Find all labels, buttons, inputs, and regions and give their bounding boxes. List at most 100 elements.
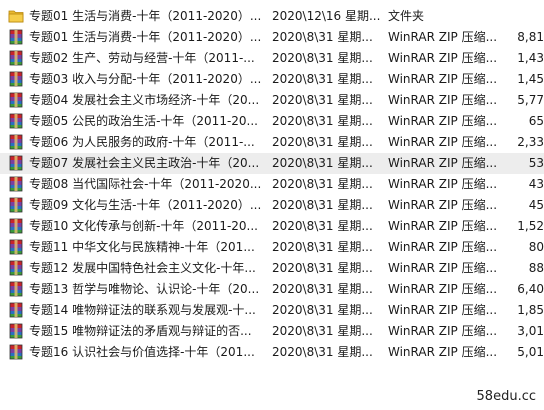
file-row[interactable]: 专题15 唯物辩证法的矛盾观与辩证的否... 2020\8\31 星期... W…	[0, 321, 544, 342]
winrar-archive-icon	[8, 29, 24, 45]
file-row[interactable]: 专题05 公民的政治生活-十年（2011-20... 2020\8\31 星期.…	[0, 111, 544, 132]
winrar-archive-icon	[8, 239, 24, 255]
file-name: 专题06 为人民服务的政府-十年（2011-...	[29, 135, 255, 149]
file-row[interactable]: 专题01 生活与消费-十年（2011-2020）... 2020\12\16 星…	[0, 6, 544, 27]
file-name: 专题11 中华文化与民族精神-十年（201...	[29, 240, 255, 254]
file-type: WinRAR ZIP 压缩...	[388, 303, 498, 317]
file-size: 5,77	[517, 93, 544, 107]
file-size: 88	[528, 261, 544, 275]
file-type: WinRAR ZIP 压缩...	[388, 240, 498, 254]
file-row[interactable]: 专题08 当代国际社会-十年（2011-2020... 2020\8\31 星期…	[0, 174, 544, 195]
winrar-archive-icon	[8, 218, 24, 234]
file-name: 专题01 生活与消费-十年（2011-2020）...	[29, 9, 262, 23]
file-name: 专题16 认识社会与价值选择-十年（201...	[29, 345, 255, 359]
file-size: 1,85	[517, 303, 544, 317]
file-name: 专题13 哲学与唯物论、认识论-十年（20...	[29, 282, 260, 296]
file-date: 2020\8\31 星期...	[272, 30, 373, 44]
file-type: WinRAR ZIP 压缩...	[388, 219, 498, 233]
file-type: WinRAR ZIP 压缩...	[388, 261, 498, 275]
winrar-archive-icon	[8, 71, 24, 87]
winrar-archive-icon	[8, 344, 24, 360]
file-row[interactable]: 专题02 生产、劳动与经营-十年（2011-... 2020\8\31 星期..…	[0, 48, 544, 69]
file-size: 1,52	[517, 219, 544, 233]
file-row[interactable]: 专题04 发展社会主义市场经济-十年（20... 2020\8\31 星期...…	[0, 90, 544, 111]
file-row[interactable]: 专题01 生活与消费-十年（2011-2020）... 2020\8\31 星期…	[0, 27, 544, 48]
file-date: 2020\8\31 星期...	[272, 177, 373, 191]
file-date: 2020\8\31 星期...	[272, 198, 373, 212]
file-type: WinRAR ZIP 压缩...	[388, 51, 498, 65]
file-size: 65	[528, 114, 544, 128]
file-date: 2020\8\31 星期...	[272, 156, 373, 170]
file-date: 2020\8\31 星期...	[272, 219, 373, 233]
file-date: 2020\8\31 星期...	[272, 72, 373, 86]
file-name: 专题07 发展社会主义民主政治-十年（20...	[29, 156, 260, 170]
file-type: WinRAR ZIP 压缩...	[388, 93, 498, 107]
file-date: 2020\8\31 星期...	[272, 240, 373, 254]
file-date: 2020\8\31 星期...	[272, 261, 373, 275]
winrar-archive-icon	[8, 197, 24, 213]
file-date: 2020\8\31 星期...	[272, 324, 373, 338]
file-size: 45	[528, 198, 544, 212]
file-row-selected[interactable]: 专题07 发展社会主义民主政治-十年（20... 2020\8\31 星期...…	[0, 153, 544, 174]
file-name: 专题09 文化与生活-十年（2011-2020）...	[29, 198, 262, 212]
file-type: WinRAR ZIP 压缩...	[388, 30, 498, 44]
file-type: WinRAR ZIP 压缩...	[388, 135, 498, 149]
file-list: 专题01 生活与消费-十年（2011-2020）... 2020\12\16 星…	[0, 6, 544, 363]
file-date: 2020\8\31 星期...	[272, 51, 373, 65]
file-type: WinRAR ZIP 压缩...	[388, 156, 498, 170]
file-date: 2020\8\31 星期...	[272, 114, 373, 128]
file-row[interactable]: 专题14 唯物辩证法的联系观与发展观-十... 2020\8\31 星期... …	[0, 300, 544, 321]
winrar-archive-icon	[8, 281, 24, 297]
file-type: WinRAR ZIP 压缩...	[388, 345, 498, 359]
winrar-archive-icon	[8, 92, 24, 108]
file-name: 专题05 公民的政治生活-十年（2011-20...	[29, 114, 258, 128]
file-type: WinRAR ZIP 压缩...	[388, 72, 498, 86]
file-size: 1,43	[517, 51, 544, 65]
file-date: 2020\8\31 星期...	[272, 303, 373, 317]
file-name: 专题02 生产、劳动与经营-十年（2011-...	[29, 51, 255, 65]
file-name: 专题01 生活与消费-十年（2011-2020）...	[29, 30, 262, 44]
file-row[interactable]: 专题03 收入与分配-十年（2011-2020）... 2020\8\31 星期…	[0, 69, 544, 90]
file-date: 2020\8\31 星期...	[272, 345, 373, 359]
file-row[interactable]: 专题10 文化传承与创新-十年（2011-20... 2020\8\31 星期.…	[0, 216, 544, 237]
winrar-archive-icon	[8, 323, 24, 339]
winrar-archive-icon	[8, 113, 24, 129]
file-name: 专题04 发展社会主义市场经济-十年（20...	[29, 93, 260, 107]
winrar-archive-icon	[8, 302, 24, 318]
file-type: WinRAR ZIP 压缩...	[388, 177, 498, 191]
winrar-archive-icon	[8, 50, 24, 66]
file-row[interactable]: 专题12 发展中国特色社会主义文化-十年... 2020\8\31 星期... …	[0, 258, 544, 279]
file-date: 2020\8\31 星期...	[272, 282, 373, 296]
file-size: 43	[528, 177, 544, 191]
file-size: 1,45	[517, 72, 544, 86]
file-name: 专题03 收入与分配-十年（2011-2020）...	[29, 72, 262, 86]
file-type: WinRAR ZIP 压缩...	[388, 114, 498, 128]
watermark: 58edu.cc	[476, 389, 536, 404]
file-row[interactable]: 专题11 中华文化与民族精神-十年（201... 2020\8\31 星期...…	[0, 237, 544, 258]
file-row[interactable]: 专题06 为人民服务的政府-十年（2011-... 2020\8\31 星期..…	[0, 132, 544, 153]
file-row[interactable]: 专题16 认识社会与价值选择-十年（201... 2020\8\31 星期...…	[0, 342, 544, 363]
file-type: 文件夹	[388, 9, 425, 23]
file-date: 2020\8\31 星期...	[272, 135, 373, 149]
winrar-archive-icon	[8, 176, 24, 192]
file-size	[506, 6, 544, 27]
file-type: WinRAR ZIP 压缩...	[388, 282, 498, 296]
file-name: 专题08 当代国际社会-十年（2011-2020...	[29, 177, 262, 191]
file-size: 80	[528, 240, 544, 254]
file-name: 专题14 唯物辩证法的联系观与发展观-十...	[29, 303, 256, 317]
winrar-archive-icon	[8, 260, 24, 276]
winrar-archive-icon	[8, 155, 24, 171]
folder-icon	[8, 8, 24, 24]
file-type: WinRAR ZIP 压缩...	[388, 198, 498, 212]
file-date: 2020\8\31 星期...	[272, 93, 373, 107]
winrar-archive-icon	[8, 134, 24, 150]
file-row[interactable]: 专题13 哲学与唯物论、认识论-十年（20... 2020\8\31 星期...…	[0, 279, 544, 300]
file-type: WinRAR ZIP 压缩...	[388, 324, 498, 338]
file-name: 专题12 发展中国特色社会主义文化-十年...	[29, 261, 256, 275]
file-size: 53	[528, 156, 544, 170]
file-name: 专题15 唯物辩证法的矛盾观与辩证的否...	[29, 324, 252, 338]
file-size: 8,81	[517, 30, 544, 44]
file-size: 6,40	[517, 282, 544, 296]
file-size: 5,01	[517, 345, 544, 359]
file-row[interactable]: 专题09 文化与生活-十年（2011-2020）... 2020\8\31 星期…	[0, 195, 544, 216]
